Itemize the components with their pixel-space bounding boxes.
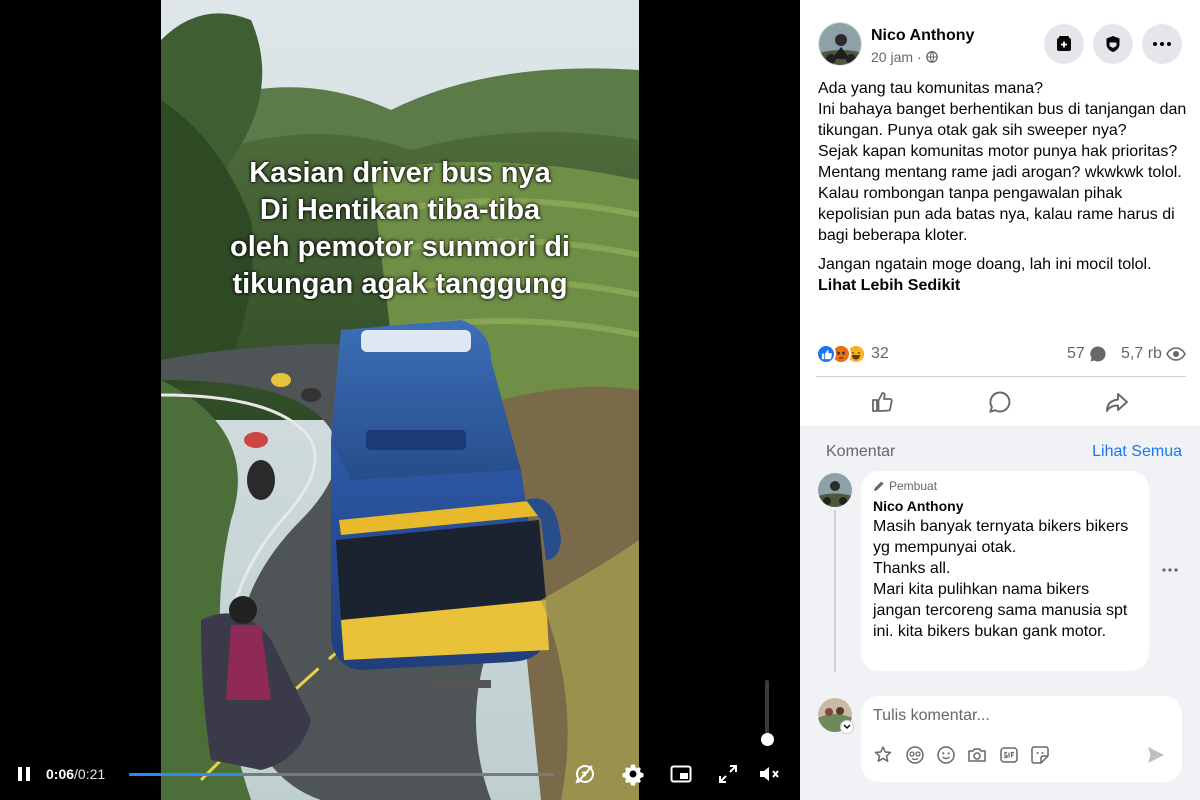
comment-button[interactable] (986, 388, 1014, 416)
post-panel: Nico Anthony 20 jam · Ada yang tau komun… (800, 0, 1200, 800)
send-icon (1148, 747, 1164, 763)
view-count: 5,7 rb (1121, 345, 1186, 363)
view-count-value: 5,7 rb (1121, 345, 1162, 362)
comment-author-photo (818, 473, 852, 507)
gear-icon (622, 764, 644, 786)
sticker-button[interactable] (1030, 745, 1050, 765)
expand-icon (719, 765, 737, 783)
profile-switch-chevron[interactable] (840, 720, 854, 734)
pip-icon (670, 765, 692, 783)
shield-icon (1106, 36, 1120, 52)
comment-author-avatar[interactable] (818, 473, 852, 507)
ellipsis-icon (1153, 42, 1171, 46)
see-less-link[interactable]: Lihat Lebih Sedikit (818, 275, 1188, 296)
video-controls: 0:06 / 0:21 (0, 748, 800, 800)
volume-knob[interactable] (761, 733, 774, 747)
total-time: 0:21 (77, 766, 106, 782)
volume-slider[interactable] (761, 680, 774, 752)
gif-button[interactable] (999, 745, 1019, 765)
post-body: Ada yang tau komunitas mana? Ini bahaya … (818, 78, 1188, 296)
post-time[interactable]: 20 jam (871, 49, 913, 65)
captions-button[interactable] (571, 760, 599, 788)
author-badge: Pembuat (873, 479, 1137, 493)
time-readout: 0:06 / 0:21 (46, 762, 105, 786)
send-comment-button[interactable] (1146, 745, 1166, 765)
comment-composer[interactable] (861, 696, 1182, 782)
photo-button[interactable] (967, 745, 987, 765)
camera-icon (968, 748, 986, 762)
comment-bubble[interactable]: Pembuat Nico Anthony Masih banyak ternya… (861, 471, 1149, 671)
avatar-button[interactable] (905, 745, 925, 765)
post-paragraph: Ada yang tau komunitas mana? Ini bahaya … (818, 80, 1187, 244)
pause-button[interactable] (12, 762, 36, 786)
comment-author-name[interactable]: Nico Anthony (873, 498, 1137, 514)
bookmark-add-icon (1057, 36, 1071, 51)
pause-icon (18, 767, 30, 781)
video-still (161, 0, 639, 800)
caption-line: oleh pemotor sunmori di (230, 231, 570, 263)
comment-count[interactable]: 57 (1067, 345, 1107, 363)
more-options-button[interactable] (1142, 24, 1182, 64)
privacy-button[interactable] (1093, 24, 1133, 64)
comments-heading: Komentar (826, 443, 896, 460)
comment-count-value: 57 (1067, 345, 1085, 362)
comment-options-button[interactable] (1160, 560, 1180, 580)
author-avatar[interactable] (818, 22, 862, 66)
chevron-down-icon (843, 724, 851, 729)
ellipsis-icon (1162, 568, 1178, 572)
thumbs-up-icon (872, 392, 893, 412)
smiling-face-glasses-icon (906, 746, 924, 764)
progress-bar[interactable] (129, 773, 555, 776)
emoji-icon (937, 746, 955, 764)
meta-dot: · (917, 49, 922, 65)
video-caption: Kasian driver bus nya Di Hentikan tiba-t… (161, 155, 639, 303)
mute-button[interactable] (756, 760, 784, 788)
avatar-sticker-icon (874, 746, 892, 762)
gif-icon (1000, 747, 1018, 763)
avatar-sticker-button[interactable] (873, 745, 893, 765)
current-time: 0:06 (46, 766, 75, 782)
pencil-icon (874, 481, 884, 491)
see-all-comments-link[interactable]: Lihat Semua (1092, 443, 1182, 461)
share-arrow-icon (1106, 393, 1128, 412)
captions-off-icon (575, 765, 594, 784)
caption-line: Kasian driver bus nya (249, 157, 551, 189)
post-paragraph: Jangan ngatain moge doang, lah ini mocil… (818, 256, 1152, 273)
caption-line: Di Hentikan tiba-tiba (259, 194, 541, 226)
reaction-count: 32 (871, 345, 889, 362)
fullscreen-button[interactable] (714, 760, 742, 788)
share-button[interactable] (1103, 388, 1131, 416)
progress-fill (129, 773, 242, 776)
caption-line: tikungan agak tanggung (232, 268, 568, 300)
reactions-summary[interactable]: 32 (816, 344, 889, 364)
settings-button[interactable] (619, 760, 647, 788)
reply-thread-line (834, 510, 836, 672)
post-meta: 20 jam · (871, 49, 938, 65)
comment-bubble-icon (1090, 346, 1106, 362)
emoji-button[interactable] (936, 745, 956, 765)
save-button[interactable] (1044, 24, 1084, 64)
like-reaction-icon (816, 344, 836, 364)
muted-speaker-icon (760, 767, 779, 781)
comment-input[interactable] (873, 706, 1163, 726)
author-name[interactable]: Nico Anthony (871, 27, 974, 45)
divider (816, 376, 1186, 377)
comment-icon (989, 391, 1011, 413)
sticker-icon (1031, 746, 1049, 764)
like-button[interactable] (868, 388, 896, 416)
video-player[interactable]: Kasian driver bus nya Di Hentikan tiba-t… (0, 0, 800, 800)
picture-in-picture-button[interactable] (667, 760, 695, 788)
comment-text: Masih banyak ternyata bikers bikers yg m… (873, 518, 1129, 640)
globe-icon (925, 51, 938, 63)
eye-icon (1166, 347, 1186, 361)
author-photo (819, 23, 861, 65)
author-badge-label: Pembuat (889, 479, 938, 493)
video-frame[interactable]: Kasian driver bus nya Di Hentikan tiba-t… (161, 0, 639, 800)
